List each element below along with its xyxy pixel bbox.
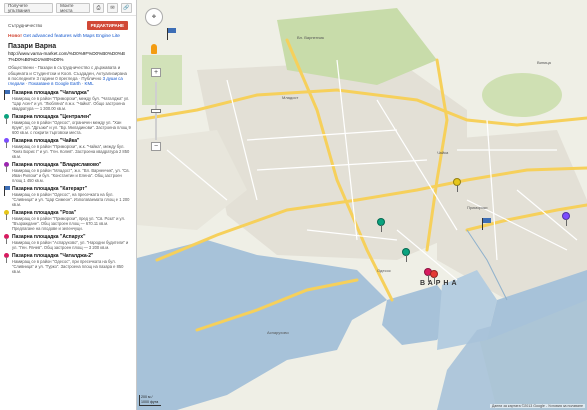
promo-line: Ново! Get advanced features with Maps En… <box>0 32 136 41</box>
map-marker-chaika[interactable] <box>562 212 570 226</box>
place-item[interactable]: Пазарна площадка "Катерарт" Намиращ се в … <box>0 185 136 209</box>
printer-icon[interactable]: ⎙ <box>93 2 104 13</box>
my-places-button[interactable]: Моите места <box>56 2 90 13</box>
place-description: Намиращ се в район "Одесос", на пресечка… <box>12 191 130 207</box>
place-body: Пазарна площадка "Катерарт" Намиращ се в … <box>12 186 132 207</box>
mail-icon[interactable]: ✉ <box>107 2 118 13</box>
area-label: Одесос <box>377 268 391 273</box>
link-icon[interactable]: 🔗 <box>121 2 132 13</box>
map-marker-vladislavovo[interactable] <box>402 248 410 262</box>
area-label: Младост <box>282 95 299 100</box>
place-description: Намиращ се в район "Аспарухово", ул. "На… <box>12 239 129 250</box>
places-list: Пазарна площадка "Чаталджа" Намиращ се в … <box>0 89 136 276</box>
map-description: Обществени - Пазари в сътрудничество с д… <box>8 65 127 87</box>
sidebar-panel: Получете упътвания Моите места ⎙ ✉ 🔗 Сът… <box>0 0 137 410</box>
pegman-icon[interactable] <box>151 44 157 54</box>
place-description: Намиращ се в район "Младост", ж.к. "Вл. … <box>12 167 130 183</box>
place-description: Намиращ се в район "Одесос", ограничен м… <box>12 119 131 135</box>
sidebar-toolbar: Получете упътвания Моите места ⎙ ✉ 🔗 <box>0 0 136 16</box>
place-description: Намиращ се в район "Приморски", между бу… <box>12 95 130 111</box>
area-label: Приморски <box>467 205 488 210</box>
pin-marker-icon <box>3 209 10 221</box>
pin-marker-icon <box>3 161 10 173</box>
area-label: Виница <box>537 60 551 65</box>
place-body: Пазарна площадка "Централен" Намиращ се в… <box>12 114 132 135</box>
collaborators-row: Сътрудничество РЕДАКТИРАНЕ <box>0 16 136 32</box>
map-url[interactable]: http://www.varna-market.com/%D0%9F%D0%B0… <box>0 50 136 63</box>
map-title: Пазари Варна <box>8 43 57 50</box>
map-marker-chataldzha[interactable] <box>167 28 177 40</box>
place-item[interactable]: Пазарна площадка "Аспарух" Намиращ се в р… <box>0 233 136 252</box>
place-item[interactable]: Пазарна площадка "Владиславово" Намиращ с… <box>0 161 136 185</box>
kml-link[interactable]: KML <box>85 81 94 86</box>
get-directions-button[interactable]: Получете упътвания <box>4 2 54 13</box>
zoom-slider-knob[interactable] <box>151 109 161 113</box>
map-controls: ✥ <box>145 8 165 26</box>
pin-marker-icon <box>3 137 10 149</box>
flag-marker-icon <box>3 89 10 101</box>
pan-control-icon[interactable]: ✥ <box>145 8 163 26</box>
map-marker-central[interactable] <box>377 218 385 232</box>
map-canvas[interactable]: Младост Вл. Варненчик Чайка Одесос Примо… <box>137 0 587 410</box>
place-item[interactable]: Пазарна площадка "Роза" Намиращ се в райо… <box>0 209 136 233</box>
zoom-in-icon[interactable]: + <box>151 68 161 77</box>
place-item[interactable]: Пазарна площадка "Чайка" Намиращ се в рай… <box>0 137 136 161</box>
map-marker-roza[interactable] <box>453 178 461 192</box>
collaborators-link[interactable]: Сътрудничество <box>8 23 42 28</box>
new-badge: Ново! <box>8 34 22 39</box>
place-item[interactable]: Пазарна площадка "Централен" Намиращ се в… <box>0 113 136 137</box>
place-body: Пазарна площадка "Чайка" Намиращ се в рай… <box>12 138 132 159</box>
place-description: Намиращ се в район "Приморски", ж.к. "Ча… <box>12 143 130 159</box>
map-marker-katerart[interactable] <box>482 218 492 230</box>
place-description: Намиращ се в район "Одесос", при пресечк… <box>12 258 124 274</box>
pin-marker-icon <box>3 252 10 264</box>
place-description: Намиращ се в район "Приморски", пред ул.… <box>12 215 125 231</box>
area-label: Чайка <box>437 150 449 155</box>
map-base <box>137 0 587 410</box>
map-attribution[interactable]: Данни за картата ©2013 Google - Условия … <box>489 404 585 408</box>
place-body: Пазарна площадка "Чаталджа" Намиращ се в … <box>12 90 132 111</box>
area-label: Аспарухово <box>267 330 289 335</box>
area-label: Вл. Варненчик <box>297 35 325 40</box>
place-body: Пазарна площадка "Роза" Намиращ се в райо… <box>12 210 132 231</box>
place-body: Пазарна площадка "Аспарух" Намиращ се в р… <box>12 234 132 250</box>
scale-bar: 200 м / 1000 фута <box>139 395 161 406</box>
edit-button[interactable]: РЕДАКТИРАНЕ <box>86 21 128 30</box>
map-marker-chataldzha-2[interactable] <box>430 270 438 284</box>
flag-marker-icon <box>3 185 10 197</box>
pin-marker-icon <box>3 113 10 125</box>
place-body: Пазарна площадка "Владиславово" Намиращ с… <box>12 162 132 183</box>
place-item[interactable]: Пазарна площадка "Чаталджа" Намиращ се в … <box>0 89 136 113</box>
pin-marker-icon <box>3 233 10 245</box>
stats-text: 0 прегледа · Публично <box>55 76 102 81</box>
place-item[interactable]: Пазарна площадка "Чаталджа-2" Намиращ се … <box>0 252 136 276</box>
google-earth-link[interactable]: Показване в Google Earth <box>28 81 80 86</box>
zoom-out-icon[interactable]: − <box>151 142 161 151</box>
place-body: Пазарна площадка "Чаталджа-2" Намиращ се … <box>12 253 132 274</box>
maps-engine-promo-link[interactable]: Get advanced features with Maps Engine L… <box>23 34 120 39</box>
